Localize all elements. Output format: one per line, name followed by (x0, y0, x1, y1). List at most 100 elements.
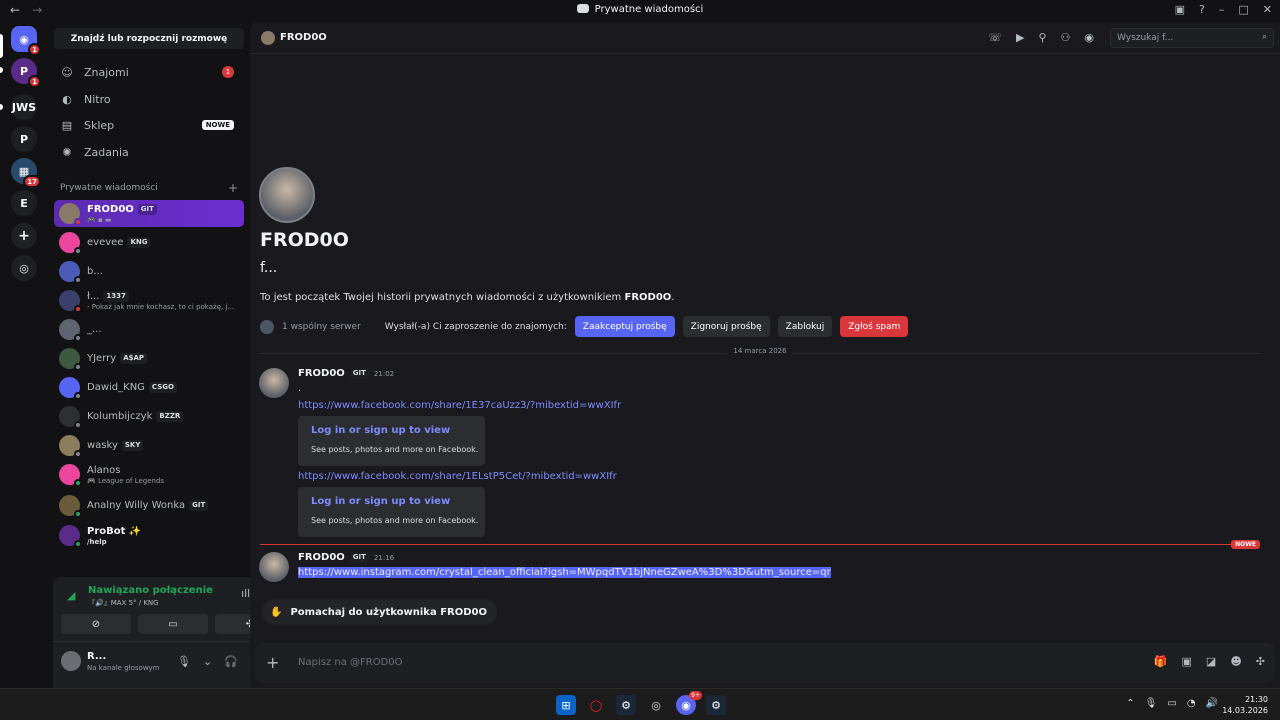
dm-item-probot[interactable]: ProBot ✨ /help (54, 522, 244, 549)
dm-item-b[interactable]: b... (54, 258, 244, 285)
dm-item-evevee[interactable]: evevee KNG (54, 229, 244, 256)
status-offline (74, 334, 82, 342)
attach-plus-icon[interactable]: + (266, 653, 279, 672)
dm-item-dawid-kng[interactable]: Dawid_KNG CSGO (54, 374, 244, 401)
chevron-up-icon[interactable]: ⌃ (1126, 698, 1134, 709)
avatar (261, 31, 275, 45)
avatar[interactable] (259, 552, 289, 582)
guild-tag: SKY (121, 440, 144, 451)
headphones-icon[interactable]: 🎧 (224, 655, 238, 668)
create-dm-icon[interactable]: + (228, 181, 238, 195)
status-dnd (74, 218, 82, 226)
nav-quests[interactable]: ✺ Zadania (56, 140, 244, 164)
emoji-icon[interactable]: ☻ (1230, 655, 1241, 668)
pin-icon[interactable]: ⚲ (1038, 31, 1046, 44)
user-profile-icon[interactable]: ◉ (1084, 31, 1094, 44)
message-link[interactable]: https://www.instagram.com/crystal_clean_… (298, 567, 831, 578)
avatar (59, 525, 82, 548)
message-input[interactable]: Napisz na @FROD0O (298, 657, 403, 668)
nav-friends[interactable]: ☺ Znajomi 1 (56, 60, 244, 84)
unread-pill (0, 104, 3, 110)
avatar[interactable] (259, 368, 289, 398)
server-badge: 1 (28, 43, 41, 56)
opera-icon[interactable]: ◯ (586, 695, 606, 715)
wave-button[interactable]: ✋ Pomachaj do użytkownika FROD0O (262, 599, 497, 625)
signal-icon[interactable]: ◢ (67, 589, 75, 602)
add-friends-to-dm-icon[interactable]: ⚇ (1061, 31, 1071, 44)
quests-icon: ✺ (62, 145, 72, 159)
apps-icon[interactable]: ✣ (1256, 655, 1265, 668)
discord-taskbar-icon[interactable]: ◉ 9+ (676, 691, 702, 715)
voice-status[interactable]: Nawiązano połączenie (88, 585, 213, 596)
voice-channel[interactable]: 『🔊』MAX 5° / KNG (88, 598, 159, 608)
minimize-icon[interactable]: – (1219, 3, 1225, 16)
inbox-icon[interactable]: ▣ (1175, 3, 1185, 16)
dm-item-underscore[interactable]: _... (54, 316, 244, 343)
windows-start-icon[interactable]: ⊞ (556, 695, 576, 715)
embed-description: See posts, photos and more on Facebook. (311, 516, 479, 525)
video-call-icon[interactable]: ▶ (1016, 31, 1024, 44)
sticker-icon[interactable]: ◪ (1206, 655, 1216, 668)
server-e[interactable]: E (11, 190, 37, 216)
microphone-icon[interactable]: 🎙 (1145, 698, 1158, 709)
server-home[interactable]: ◉ 1 (11, 26, 41, 56)
server-folder[interactable]: ▦ 17 (11, 158, 41, 188)
message-author[interactable]: FROD0O (298, 552, 345, 563)
dm-item-frod0o[interactable]: FROD0O GIT 🎮 ▪ ▬ (54, 200, 244, 227)
find-conversation-button[interactable]: Znajdź lub rozpocznij rozmowę (54, 28, 244, 49)
screen-share-button[interactable]: ▭ (138, 614, 208, 634)
gamebar-icon[interactable]: ◎ (646, 695, 666, 715)
message-author[interactable]: FROD0O (298, 368, 345, 379)
gift-icon[interactable]: 🎁 (1154, 655, 1168, 668)
camera-button[interactable]: ⊘ (61, 614, 131, 634)
embed-title[interactable]: Log in or sign up to view (311, 496, 450, 507)
dm-item-alanos[interactable]: Alanos 🎮 League of Legends (54, 461, 244, 488)
report-spam-button[interactable]: Zgłoś spam (840, 316, 909, 337)
new-badge: NOWE (201, 120, 234, 130)
message-composer[interactable]: + Napisz na @FROD0O 🎁 ▣ ◪ ☻ ✣ (255, 643, 1275, 683)
mutual-servers[interactable]: 1 wspólny serwer (282, 322, 361, 332)
accept-request-button[interactable]: Zaakceptuj prośbę (574, 316, 675, 337)
steam-icon-2[interactable]: ⚙ (706, 695, 726, 715)
clock[interactable]: 21:30 14.03.2026 (1222, 694, 1268, 716)
probot-icon: P (19, 64, 29, 78)
message-link[interactable]: https://www.facebook.com/share/1ELstP5Ce… (298, 471, 617, 482)
shop-icon: ▤ (61, 118, 73, 132)
gif-icon[interactable]: ▣ (1182, 655, 1192, 668)
block-button[interactable]: Zablokuj (777, 316, 833, 337)
search-icon: ⌕ (1261, 32, 1267, 42)
avatar (59, 261, 82, 284)
wifi-icon[interactable]: ◔ (1187, 698, 1196, 709)
ignore-request-button[interactable]: Zignoruj prośbę (682, 316, 770, 337)
embed-title[interactable]: Log in or sign up to view (311, 425, 450, 436)
chat-title[interactable]: FROD0O (280, 32, 327, 43)
server-p[interactable]: P (11, 126, 37, 152)
nav-shop[interactable]: ▤ Sklep NOWE (56, 113, 244, 137)
chevron-down-icon[interactable]: ⌄ (203, 655, 212, 668)
voice-call-icon[interactable]: ☏ (988, 31, 1002, 44)
profile-avatar[interactable] (259, 167, 315, 223)
search-input[interactable]: Wyszukaj f... ⌕ (1110, 28, 1274, 48)
dm-item-l[interactable]: ł... 1337 - Pokaż jak mnie kochasz, to ci… (54, 287, 244, 314)
volume-icon[interactable]: 🔊 (1206, 698, 1218, 709)
dm-item-yjerry[interactable]: YJerry A$AP (54, 345, 244, 372)
nav-nitro[interactable]: ◐ Nitro (56, 87, 244, 111)
dm-item-wasky[interactable]: wasky SKY (54, 432, 244, 459)
maximize-icon[interactable]: □ (1238, 3, 1248, 16)
discord-icon (576, 4, 589, 13)
add-server-button[interactable]: + (11, 223, 37, 249)
steam-icon[interactable]: ⚙ (616, 695, 636, 715)
microphone-icon[interactable]: 🎙 (177, 655, 191, 668)
avatar (61, 651, 81, 671)
message-link[interactable]: https://www.facebook.com/share/1E37caUzz… (298, 400, 621, 411)
display-icon[interactable]: ▭ (1167, 698, 1176, 709)
help-icon[interactable]: ? (1199, 3, 1205, 16)
close-icon[interactable]: ✕ (1263, 3, 1272, 16)
dm-item-kolumbijczyk[interactable]: Kolumbijczyk BZZR (54, 403, 244, 430)
server-probot[interactable]: P 1 (11, 58, 41, 88)
activity-icon: 🎮 ▪ ▬ (87, 215, 112, 224)
dm-item-analny-willy-wonka[interactable]: Analny Willy Wonka GIT (54, 492, 244, 519)
server-jws[interactable]: JWS (11, 94, 37, 120)
server-badge: 1 (28, 75, 41, 88)
discover-button[interactable]: ◎ (11, 255, 37, 281)
